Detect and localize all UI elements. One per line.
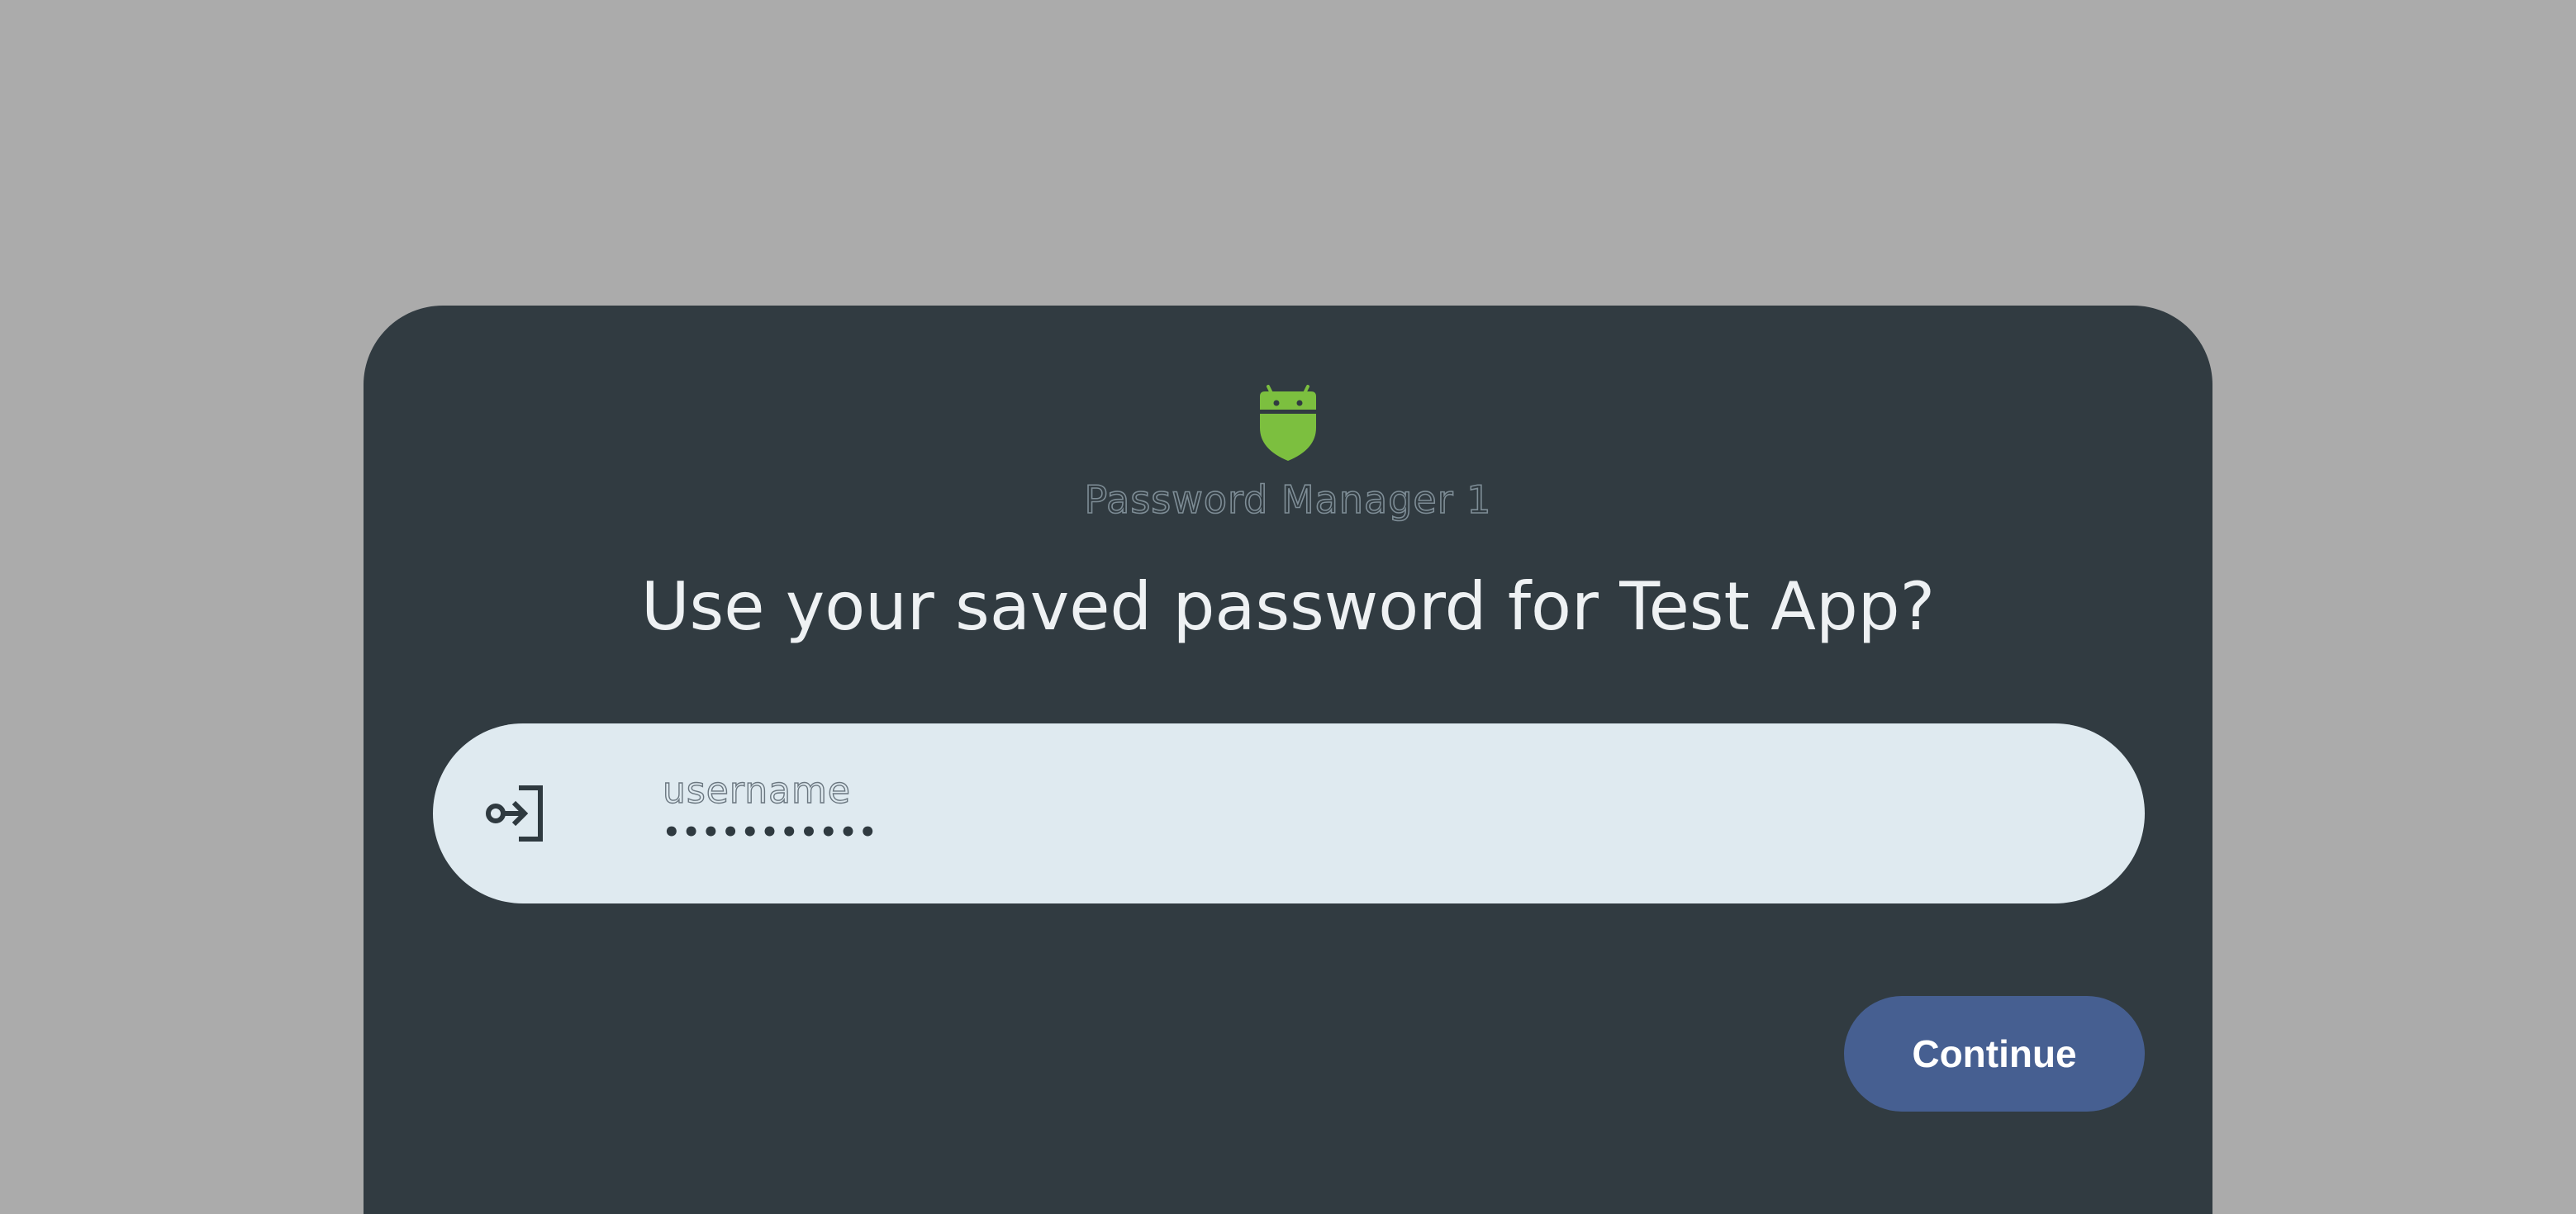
provider-name: Password Manager 1	[1084, 477, 1492, 523]
continue-button[interactable]: Continue	[1844, 996, 2145, 1112]
credential-bottom-sheet: Password Manager 1 Use your saved passwo…	[364, 306, 2212, 1214]
saved-credential-entry[interactable]: username •••••••••••	[433, 723, 2145, 903]
android-shield-icon	[1260, 385, 1316, 461]
login-arrow-icon	[486, 785, 543, 842]
dialog-title: Use your saved password for Test App?	[640, 568, 1936, 645]
credential-username: username	[662, 769, 851, 812]
credential-password-mask: •••••••••••	[663, 816, 879, 849]
